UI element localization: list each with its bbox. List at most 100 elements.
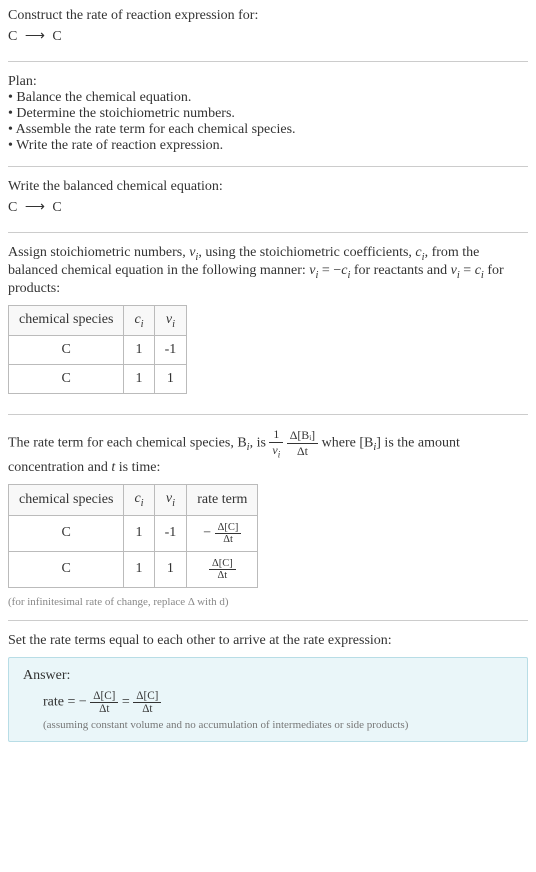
- stoich-section: Assign stoichiometric numbers, νi , using…: [8, 245, 528, 415]
- den: Δt: [90, 703, 118, 715]
- product: C: [52, 200, 61, 215]
- assign-intro: Assign stoichiometric numbers, νi, using…: [8, 245, 528, 297]
- balanced-section: Write the balanced chemical equation: C …: [8, 179, 528, 233]
- bullet-icon: •: [8, 122, 16, 137]
- col-nui: νi: [154, 305, 187, 336]
- num: Δ[C]: [209, 558, 236, 570]
- arrow-icon: ⟶: [25, 28, 45, 45]
- cell-nui: -1: [154, 515, 187, 551]
- rate-frac: Δ[C]Δt: [209, 558, 236, 581]
- rate-frac-2: Δ[C]Δt: [133, 690, 161, 715]
- stoich-table: chemical species ci νi C 1 -1 C 1 1: [8, 305, 187, 395]
- cell-ci: 1: [124, 515, 154, 551]
- table-row: C 1 1 Δ[C]Δt: [9, 551, 258, 587]
- sub-i: i: [278, 450, 280, 460]
- delta-b-frac: Δ[Bᵢ]Δt: [287, 428, 318, 459]
- eq: =: [460, 263, 475, 278]
- table-header-row: chemical species ci νi: [9, 305, 187, 336]
- reactant: C: [8, 200, 17, 215]
- product: C: [52, 29, 61, 44]
- balanced-equation: C ⟶ C: [8, 199, 528, 216]
- num: 1: [269, 427, 283, 443]
- rate-expression: rate = − Δ[C]Δt = Δ[C]Δt: [43, 690, 513, 715]
- sign: −: [203, 525, 211, 540]
- plan-item: • Assemble the rate term for each chemic…: [8, 122, 528, 138]
- title-section: Construct the rate of reaction expressio…: [8, 8, 528, 62]
- text: where [B: [322, 436, 374, 451]
- table-row: C 1 -1 − Δ[C]Δt: [9, 515, 258, 551]
- text: is time:: [115, 460, 160, 475]
- col-ci: ci: [124, 484, 154, 515]
- assumption-note: (assuming constant volume and no accumul…: [43, 719, 513, 731]
- plan-text: Determine the stoichiometric numbers.: [16, 106, 235, 121]
- arrow-icon: ⟶: [25, 199, 45, 216]
- cell-species: C: [9, 551, 124, 587]
- answer-label: Answer:: [23, 668, 513, 684]
- cell-nui: -1: [154, 336, 187, 365]
- cell-nui: 1: [154, 365, 187, 394]
- rate-term-section: The rate term for each chemical species,…: [8, 427, 528, 620]
- num: Δ[Bᵢ]: [287, 428, 318, 444]
- text: , is: [250, 436, 270, 451]
- infinitesimal-note: (for infinitesimal rate of change, repla…: [8, 596, 528, 608]
- reaction-equation: C ⟶ C: [8, 28, 528, 45]
- table-header-row: chemical species ci νi rate term: [9, 484, 258, 515]
- final-section: Set the rate terms equal to each other t…: [8, 633, 528, 754]
- text: The rate term for each chemical species,…: [8, 436, 247, 451]
- sub-i: i: [172, 318, 175, 329]
- rate-term-intro: The rate term for each chemical species,…: [8, 427, 528, 475]
- plan-text: Balance the chemical equation.: [16, 90, 191, 105]
- sub-i: i: [141, 318, 144, 329]
- num: Δ[C]: [215, 522, 242, 534]
- num: Δ[C]: [90, 690, 118, 703]
- title-text: Construct the rate of reaction expressio…: [8, 8, 528, 24]
- den: Δt: [287, 444, 318, 459]
- rate-frac: Δ[C]Δt: [215, 522, 242, 545]
- col-ci: ci: [124, 305, 154, 336]
- rate-term-table: chemical species ci νi rate term C 1 -1 …: [8, 484, 258, 588]
- bullet-icon: •: [8, 138, 16, 153]
- cell-ci: 1: [124, 365, 154, 394]
- cell-ci: 1: [124, 336, 154, 365]
- plan-item: • Balance the chemical equation.: [8, 90, 528, 106]
- text: , using the stoichiometric coefficients,: [198, 245, 415, 260]
- plan-text: Assemble the rate term for each chemical…: [16, 122, 296, 137]
- rate-word: rate =: [43, 694, 79, 709]
- table-row: C 1 -1: [9, 336, 187, 365]
- col-species: chemical species: [9, 484, 124, 515]
- minus-sign: −: [79, 694, 87, 709]
- den: νi: [269, 443, 283, 459]
- num: Δ[C]: [133, 690, 161, 703]
- sub-i: i: [141, 498, 144, 509]
- one-over-nu: 1νi: [269, 427, 283, 459]
- den: Δt: [133, 703, 161, 715]
- cell-ci: 1: [124, 551, 154, 587]
- plan-item: • Determine the stoichiometric numbers.: [8, 106, 528, 122]
- cell-species: C: [9, 515, 124, 551]
- text: for reactants and: [350, 263, 450, 278]
- col-nui: νi: [154, 484, 187, 515]
- plan-item: • Write the rate of reaction expression.: [8, 138, 528, 154]
- plan-section: Plan: • Balance the chemical equation. •…: [8, 74, 528, 167]
- rate-frac-1: Δ[C]Δt: [90, 690, 118, 715]
- col-rate-term: rate term: [187, 484, 258, 515]
- cell-species: C: [9, 365, 124, 394]
- cell-rate-term: Δ[C]Δt: [187, 551, 258, 587]
- plan-header: Plan:: [8, 74, 528, 90]
- plan-text: Write the rate of reaction expression.: [16, 138, 223, 153]
- cell-rate-term: − Δ[C]Δt: [187, 515, 258, 551]
- eq-neg: = −: [318, 263, 341, 278]
- equals: =: [122, 694, 133, 709]
- col-species: chemical species: [9, 305, 124, 336]
- set-equal-text: Set the rate terms equal to each other t…: [8, 633, 528, 649]
- text: Assign stoichiometric numbers,: [8, 245, 189, 260]
- cell-species: C: [9, 336, 124, 365]
- den: Δt: [209, 570, 236, 581]
- sub-i: i: [172, 498, 175, 509]
- balanced-intro: Write the balanced chemical equation:: [8, 179, 528, 195]
- den: Δt: [215, 534, 242, 545]
- table-row: C 1 1: [9, 365, 187, 394]
- answer-box: Answer: rate = − Δ[C]Δt = Δ[C]Δt (assumi…: [8, 657, 528, 742]
- cell-nui: 1: [154, 551, 187, 587]
- reactant: C: [8, 29, 17, 44]
